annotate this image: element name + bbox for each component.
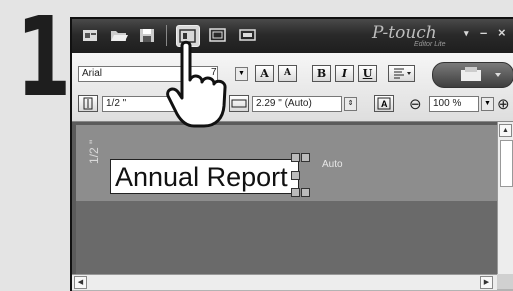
resize-handle[interactable]: [301, 153, 310, 162]
close-button[interactable]: ×: [498, 25, 506, 40]
italic-button[interactable]: I: [335, 65, 354, 82]
logo-subtitle: Editor Lite: [414, 41, 446, 48]
font-size-dropdown-icon[interactable]: ▼: [235, 67, 248, 81]
text-object[interactable]: Annual Report: [110, 159, 299, 194]
tape-width-icon[interactable]: [78, 95, 98, 112]
length-spinner-icon[interactable]: ⇕: [344, 97, 357, 111]
menu-expand-icon[interactable]: ▾: [464, 28, 469, 39]
grow-font-button[interactable]: A: [255, 65, 274, 82]
wizard-icon[interactable]: [80, 25, 102, 45]
ribbon: Arial 7 ▼ A A B I U 1/2 " 2.29 " (Auto) …: [72, 53, 513, 122]
bold-button[interactable]: B: [312, 65, 331, 82]
title-bar: P-touch Editor Lite ▾ – ×: [72, 19, 513, 53]
open-folder-icon[interactable]: [108, 25, 130, 45]
zoom-field[interactable]: 100 %: [429, 96, 479, 112]
zoom-in-icon[interactable]: ⊕: [497, 95, 510, 113]
print-preview-icon[interactable]: [237, 25, 259, 45]
underline-button[interactable]: U: [358, 65, 377, 82]
tape-size-marker: 1/2 ": [87, 139, 101, 164]
label-canvas: 1/2 " Annual Report Auto: [72, 122, 497, 274]
tape-length-field[interactable]: 2.29 " (Auto): [252, 96, 342, 112]
step-number: 1: [16, 0, 72, 121]
svg-text:A: A: [381, 99, 388, 109]
zoom-dropdown-icon[interactable]: ▼: [481, 97, 494, 111]
tape-background: [76, 201, 497, 274]
scrollbar-corner: [497, 274, 513, 289]
minimize-button[interactable]: –: [480, 25, 487, 40]
scroll-thumb[interactable]: [500, 140, 513, 187]
pointing-hand-icon: [166, 40, 227, 128]
scroll-right-icon[interactable]: ▶: [480, 276, 493, 289]
resize-handle[interactable]: [291, 153, 300, 162]
scroll-left-icon[interactable]: ◀: [74, 276, 87, 289]
print-button[interactable]: [432, 62, 513, 88]
horizontal-scrollbar[interactable]: ◀ ▶: [72, 274, 497, 290]
shrink-font-button[interactable]: A: [278, 65, 297, 82]
align-icon[interactable]: [388, 65, 415, 82]
save-icon[interactable]: [136, 25, 158, 45]
resize-handle[interactable]: [291, 171, 300, 180]
zoom-out-icon[interactable]: ⊖: [409, 95, 422, 113]
vertical-scrollbar[interactable]: ▲: [497, 122, 513, 274]
auto-fit-icon[interactable]: A: [374, 95, 394, 112]
auto-length-label: Auto: [322, 159, 343, 170]
label-text: Annual Report: [115, 162, 288, 192]
app-window: P-touch Editor Lite ▾ – × Arial 7 ▼ A A …: [70, 17, 513, 291]
resize-handle[interactable]: [291, 188, 300, 197]
scroll-up-icon[interactable]: ▲: [499, 124, 512, 137]
resize-handle[interactable]: [301, 188, 310, 197]
ptouch-logo: P-touch: [372, 23, 437, 43]
